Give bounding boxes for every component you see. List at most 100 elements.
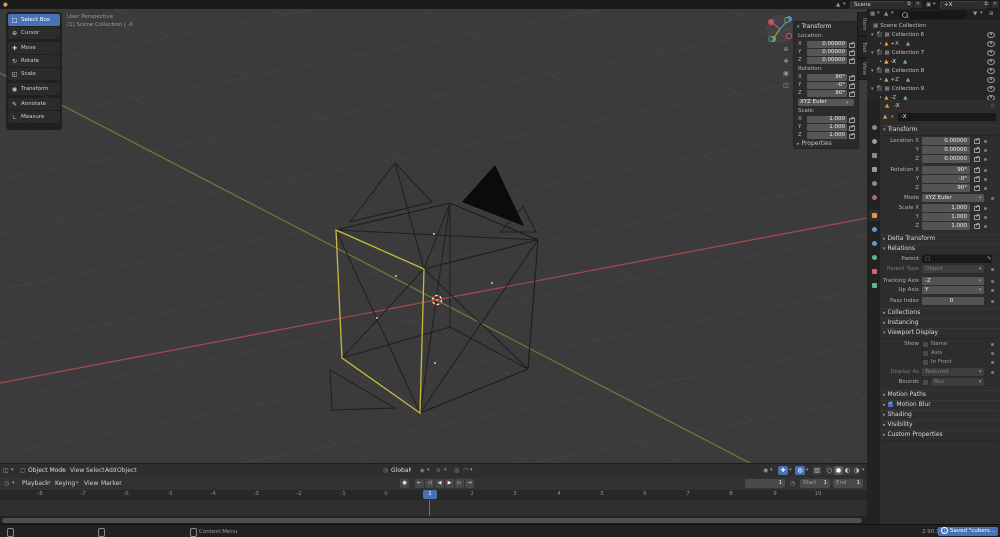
view-layer-delete-button[interactable]: ✕	[991, 1, 999, 8]
lock-icon[interactable]	[974, 157, 980, 162]
timeline-track-area[interactable]	[0, 500, 867, 516]
visibility-dropdown[interactable]: ◉	[763, 466, 768, 475]
mode-dropdown[interactable]: Object Mode	[28, 466, 66, 475]
n-scale-z[interactable]: Z1.000	[798, 132, 854, 140]
proportional-edit-toggle[interactable]: ◎	[454, 466, 459, 475]
view-layer-add-button[interactable]: ⧉	[982, 1, 990, 8]
panel-relations[interactable]: ▾ Relations	[881, 244, 999, 255]
gizmo-neg-z-axis[interactable]	[768, 36, 773, 41]
tab-physics[interactable]	[869, 252, 879, 263]
animate-dot[interactable]	[991, 361, 994, 364]
outliner-row-object-active[interactable]: •▲-X▲	[867, 57, 1000, 66]
prop-show-in-front[interactable]: In Front	[881, 358, 999, 367]
view-layer-browse-caret[interactable]: ▾	[933, 1, 936, 7]
lock-icon[interactable]	[974, 139, 980, 144]
scene-icon[interactable]: ▲	[836, 1, 840, 9]
prop-scale-z[interactable]: Z1.000	[881, 222, 999, 231]
tool-annotate[interactable]: ✎Annotate	[8, 98, 60, 110]
editor-type-icon[interactable]: ◫	[3, 466, 9, 475]
sidebar-tab-tool[interactable]: Tool	[857, 36, 867, 58]
tab-render[interactable]	[869, 136, 879, 147]
current-frame-field[interactable]: 1	[745, 479, 785, 488]
tool-cursor[interactable]: ⊕Cursor	[8, 27, 60, 39]
lock-icon[interactable]	[974, 186, 980, 191]
lock-icon[interactable]	[974, 148, 980, 153]
eye-icon[interactable]	[987, 41, 995, 47]
prop-display-as[interactable]: Display AsTextured▾	[881, 368, 999, 377]
checkbox[interactable]	[922, 350, 929, 357]
prop-location-x[interactable]: Location X0.00000	[881, 137, 999, 146]
prop-location-z[interactable]: Z0.00000	[881, 155, 999, 164]
n-location-z[interactable]: Z0.00000	[798, 57, 854, 65]
outliner-row-collection[interactable]: ▾▦Collection 6	[867, 30, 1000, 39]
view-layer-icon[interactable]: ▣	[926, 1, 931, 9]
prev-keyframe-button[interactable]: ◁	[425, 479, 434, 488]
orientation-dropdown[interactable]: Global	[391, 466, 410, 475]
panel-transform[interactable]: ▾ Transform	[881, 125, 999, 136]
animate-dot[interactable]	[984, 169, 987, 172]
overlays-toggle[interactable]: ◍	[795, 466, 805, 475]
scene-browse-caret[interactable]: ▾	[843, 1, 846, 7]
collection-checkbox[interactable]	[876, 31, 883, 38]
pivot-point-dropdown[interactable]: ◈	[420, 466, 425, 475]
tab-view-layer[interactable]	[869, 164, 879, 175]
outliner-filter-id-dropdown[interactable]: ▲	[884, 10, 888, 18]
animate-dot[interactable]	[991, 289, 994, 292]
animate-dot[interactable]	[984, 149, 987, 152]
outliner-row-collection[interactable]: ▾▦Collection 7	[867, 48, 1000, 57]
tab-particles[interactable]	[869, 238, 879, 249]
n-rotation-mode[interactable]: XYZ Euler▾	[798, 99, 854, 107]
animate-dot[interactable]	[984, 216, 987, 219]
lock-icon[interactable]	[849, 76, 855, 81]
animate-dot[interactable]	[991, 352, 994, 355]
zoom-view-icon[interactable]: ⊕	[780, 45, 792, 54]
blender-logo-icon[interactable]: ●	[3, 1, 8, 9]
tool-scale[interactable]: ◱Scale	[8, 68, 60, 80]
lock-icon[interactable]	[849, 59, 855, 64]
timeline-menu-marker[interactable]: Marker	[101, 479, 122, 488]
gizmo-neg-y-axis[interactable]	[784, 17, 789, 22]
collection-checkbox[interactable]	[876, 85, 883, 92]
timeline-menu-keying[interactable]: Keying	[55, 479, 75, 488]
prop-parent-type[interactable]: Parent TypeObject▾	[881, 265, 999, 274]
eyedropper-icon[interactable]: ✎	[987, 255, 992, 263]
tool-measure[interactable]: ∟Measure	[8, 111, 60, 123]
motion-blur-checkbox[interactable]	[887, 401, 894, 408]
outliner-row-collection[interactable]: ▾▦Collection 8	[867, 66, 1000, 75]
animate-dot[interactable]	[991, 280, 994, 283]
timeline-menu-view[interactable]: View	[84, 479, 98, 488]
tab-constraints[interactable]	[869, 266, 879, 277]
prop-rotation-z[interactable]: Z90°	[881, 184, 999, 193]
outliner-search-input[interactable]	[899, 11, 967, 19]
tool-move[interactable]: ✚Move	[8, 42, 60, 54]
eye-icon[interactable]	[987, 86, 995, 92]
snap-settings-dropdown[interactable]: ▾	[444, 467, 447, 473]
animate-dot[interactable]	[984, 158, 987, 161]
playhead-marker[interactable]: 1	[423, 490, 437, 499]
lock-icon[interactable]	[849, 118, 855, 123]
timeline-scrollbar[interactable]	[2, 518, 862, 523]
animate-dot[interactable]	[991, 300, 994, 303]
lock-icon[interactable]	[849, 92, 855, 97]
collection-checkbox[interactable]	[876, 67, 883, 74]
animate-dot[interactable]	[984, 178, 987, 181]
n-rotation-x[interactable]: X90°	[798, 74, 854, 82]
n-scale-y[interactable]: Y1.000	[798, 124, 854, 132]
prop-rotation-mode[interactable]: ModeXYZ Euler▾	[881, 194, 999, 203]
prop-parent[interactable]: Parent▢✎	[881, 255, 999, 264]
lock-icon[interactable]	[974, 224, 980, 229]
lock-icon[interactable]	[849, 134, 855, 139]
gizmo-x-axis[interactable]	[768, 19, 774, 25]
prop-show-axis[interactable]: Axis	[881, 349, 999, 358]
lock-icon[interactable]	[849, 126, 855, 131]
prop-location-y[interactable]: Y0.00000	[881, 146, 999, 155]
prop-rotation-x[interactable]: Rotation X90°	[881, 166, 999, 175]
outliner-display-mode-dropdown[interactable]: ▦	[870, 10, 875, 18]
animate-dot[interactable]	[991, 197, 994, 200]
shading-rendered-button[interactable]: ◑	[852, 466, 861, 475]
move-view-icon[interactable]: ✚	[780, 57, 792, 66]
lock-icon[interactable]	[849, 84, 855, 89]
tab-object[interactable]	[869, 210, 879, 221]
lock-icon[interactable]	[849, 43, 855, 48]
solid-cone-object[interactable]	[462, 165, 524, 226]
